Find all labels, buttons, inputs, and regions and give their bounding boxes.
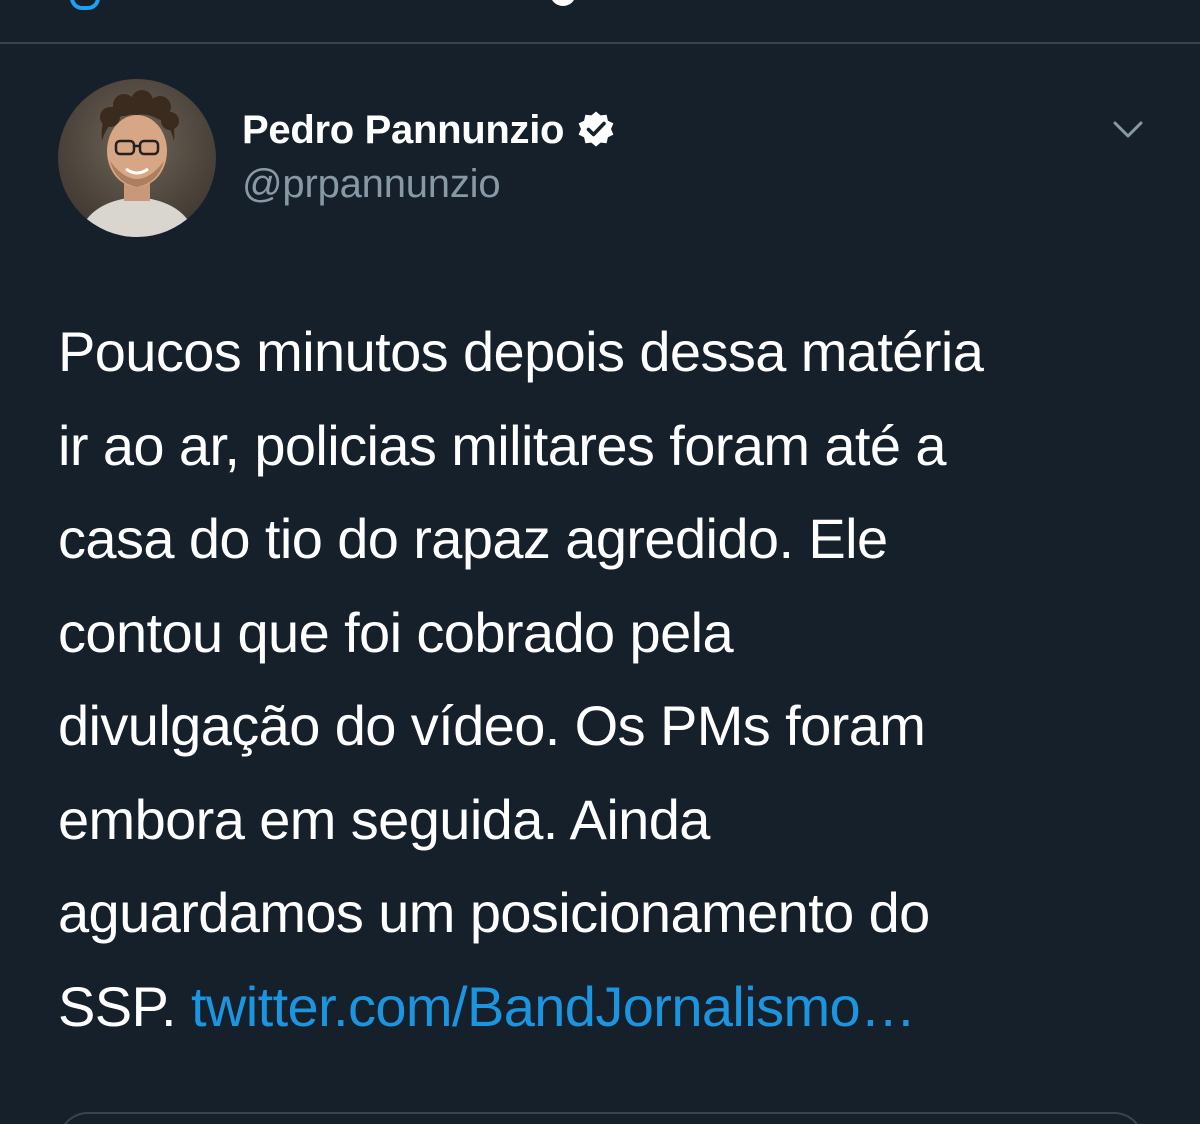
author-handle[interactable]: @prpannunzio — [242, 162, 501, 207]
display-name[interactable]: Pedro Pannunzio — [242, 108, 564, 153]
verified-badge-icon — [576, 110, 616, 150]
tweet-body: Poucos minutos depois dessa matéria ir a… — [58, 320, 984, 1038]
header-remnant — [0, 0, 1200, 42]
chevron-down-icon[interactable] — [1110, 112, 1146, 148]
avatar-photo — [58, 79, 216, 237]
header-divider — [0, 42, 1200, 44]
header-title-fragment — [550, 0, 576, 6]
quoted-tweet-card[interactable] — [58, 1112, 1144, 1124]
author-name-row: Pedro Pannunzio — [242, 104, 616, 156]
tweet-link[interactable]: twitter.com/BandJornalismo… — [191, 975, 916, 1038]
tweet-text: Poucos minutos depois dessa matéria ir a… — [58, 305, 1168, 1053]
avatar[interactable] — [58, 79, 216, 237]
back-arrow-icon[interactable] — [70, 0, 100, 10]
